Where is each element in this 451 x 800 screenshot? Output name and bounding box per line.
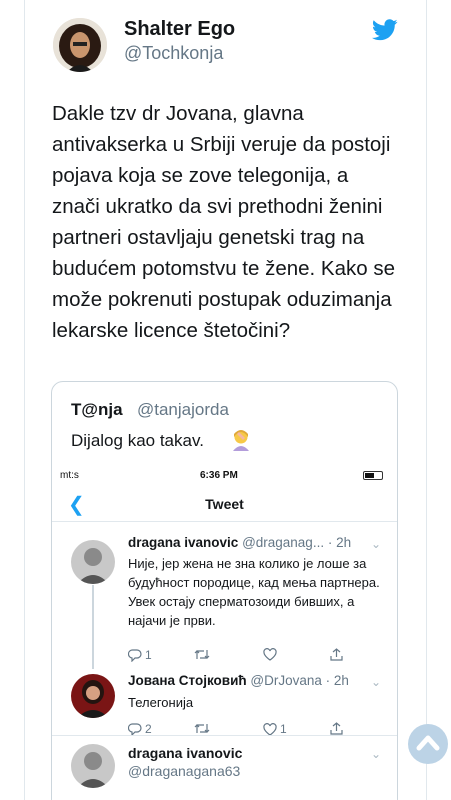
like-action[interactable]: 1 xyxy=(263,722,287,736)
like-icon xyxy=(263,648,277,661)
reply-icon xyxy=(128,648,142,662)
status-bar: mt:s 6:36 PM xyxy=(52,464,397,486)
like-count: 1 xyxy=(280,722,287,736)
facepalm-emoji-icon xyxy=(233,430,249,451)
author-handle[interactable]: @Tochkonja xyxy=(124,43,223,64)
reply-author-name: dragana ivanovic xyxy=(128,745,243,761)
chevron-down-icon[interactable]: ⌄ xyxy=(371,747,381,761)
scroll-up-icon xyxy=(416,735,440,751)
reply-text: Није, јер жена не зна колико је лоше за … xyxy=(128,556,380,628)
reply-author-handle: @DrJovana · 2h xyxy=(250,673,349,688)
tweet-actions: 1 xyxy=(128,648,378,666)
reply-action[interactable]: 1 xyxy=(128,648,152,662)
retweet-icon xyxy=(194,724,210,733)
tweet-actions: 2 1 xyxy=(128,722,378,740)
scroll-up-button[interactable] xyxy=(408,724,448,764)
quoted-tweet-text: Dijalog kao takav. xyxy=(71,431,204,450)
retweet-action[interactable] xyxy=(194,648,213,661)
reply-icon xyxy=(128,722,142,736)
avatar[interactable] xyxy=(71,540,115,584)
like-icon xyxy=(263,722,277,736)
tweet-text: Dakle tzv dr Jovana, glavna antivakserka… xyxy=(52,102,396,342)
retweet-icon xyxy=(194,650,210,659)
battery-icon xyxy=(363,471,383,480)
quoted-author-name: T@nja xyxy=(71,400,123,419)
reply-count: 2 xyxy=(145,722,152,736)
author-name[interactable]: Shalter Ego xyxy=(124,18,235,41)
share-icon xyxy=(330,722,343,735)
like-action[interactable] xyxy=(263,648,280,661)
reply-author: dragana ivanovic @draganag... · 2h xyxy=(128,535,351,550)
avatar[interactable] xyxy=(71,674,115,718)
retweet-action[interactable] xyxy=(194,722,213,735)
tweet-nav-bar: ❮ Tweet xyxy=(52,486,397,522)
reply-author-name: dragana ivanovic xyxy=(128,535,239,550)
share-action[interactable] xyxy=(330,722,343,735)
status-time: 6:36 PM xyxy=(200,470,238,481)
divider xyxy=(52,735,397,736)
chevron-down-icon[interactable]: ⌄ xyxy=(371,537,381,551)
carrier-label: mt:s xyxy=(60,470,79,481)
thread-line xyxy=(92,585,94,669)
reply-action[interactable]: 2 xyxy=(128,722,152,736)
embedded-screenshot: mt:s 6:36 PM ❮ Tweet dragana ivanovic @d… xyxy=(52,464,397,800)
chevron-down-icon[interactable]: ⌄ xyxy=(371,675,381,689)
reply-author: Јована Стојковић @DrJovana · 2h xyxy=(128,673,349,688)
share-action[interactable] xyxy=(330,648,343,661)
reply-author-handle: @draganag... · 2h xyxy=(242,535,352,550)
avatar[interactable] xyxy=(71,744,115,788)
quoted-author-handle: @tanjajorda xyxy=(137,400,229,419)
share-icon xyxy=(330,648,343,661)
nav-title: Tweet xyxy=(205,496,244,512)
reply-text: Телегонија xyxy=(128,695,194,710)
twitter-bird-icon[interactable] xyxy=(372,19,398,41)
reply-count: 1 xyxy=(145,648,152,662)
author-avatar[interactable] xyxy=(53,18,107,72)
reply-author-name: Јована Стојковић xyxy=(128,673,247,688)
quoted-tweet[interactable]: T@nja @tanjajorda Dijalog kao takav. mt:… xyxy=(51,381,398,800)
reply-author-handle: @draganagana63 xyxy=(128,763,241,779)
